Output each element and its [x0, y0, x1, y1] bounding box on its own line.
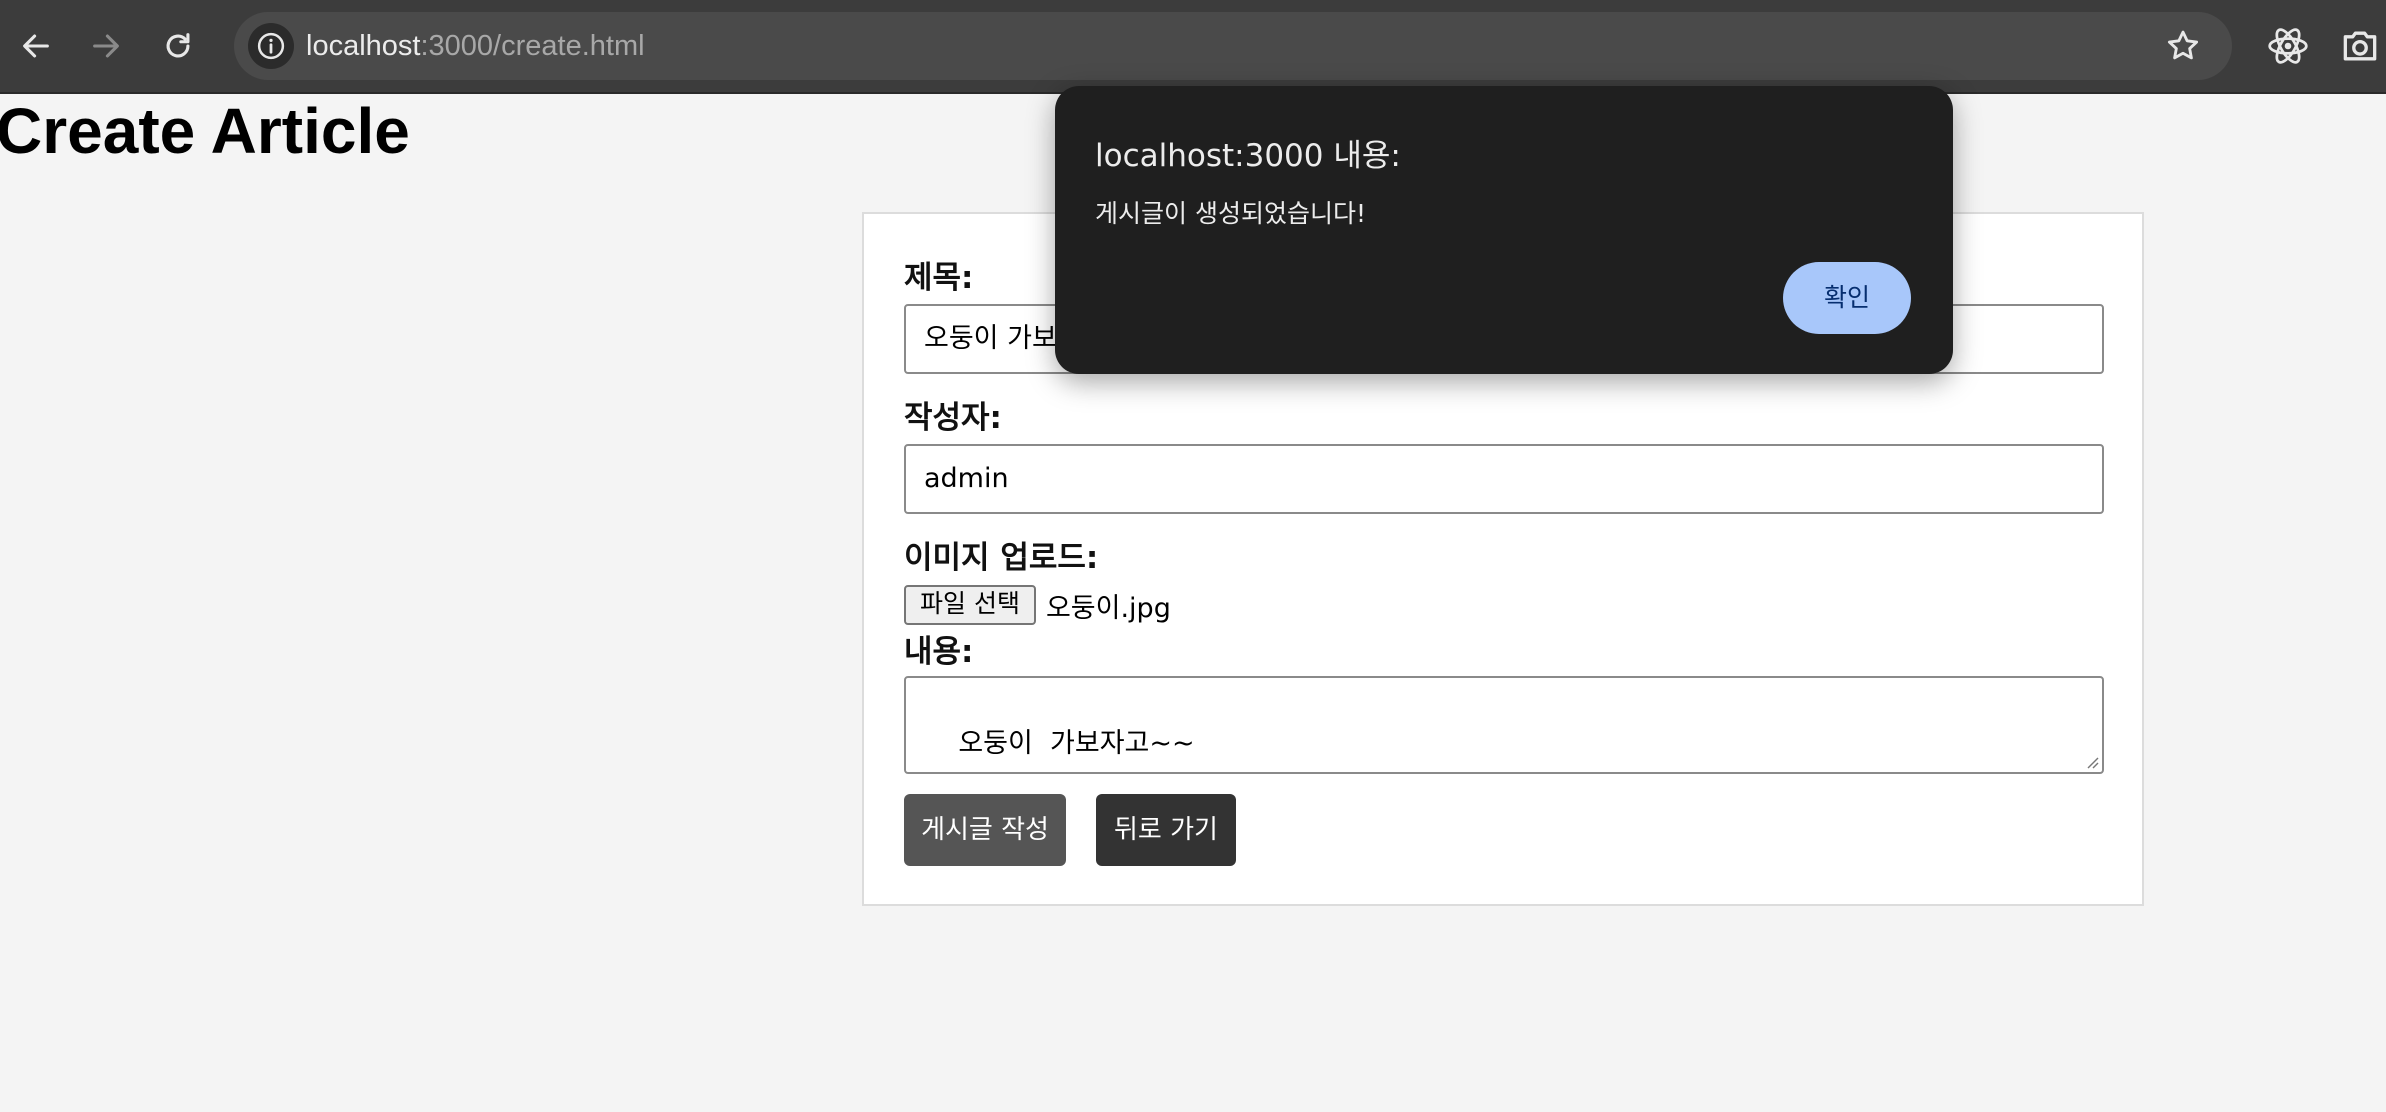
- alert-message: 게시글이 생성되었습니다!: [1095, 199, 1366, 228]
- forward-button[interactable]: [82, 22, 130, 70]
- submit-article-button[interactable]: 게시글 작성: [904, 794, 1066, 866]
- choose-file-button[interactable]: 파일 선택: [904, 585, 1036, 625]
- author-label: 작성자:: [904, 400, 1002, 436]
- content-label: 내용:: [904, 634, 974, 670]
- arrow-left-icon: [23, 34, 49, 58]
- url-path: :3000/create.html: [420, 30, 645, 62]
- browser-toolbar: localhost:3000/create.html: [0, 0, 2386, 94]
- url-text[interactable]: localhost:3000/create.html: [306, 12, 645, 80]
- reload-button[interactable]: [154, 22, 202, 70]
- camera-icon[interactable]: [2338, 24, 2382, 68]
- reload-icon: [166, 33, 190, 58]
- file-input: 파일 선택 오둥이.jpg: [904, 584, 1171, 626]
- react-icon[interactable]: [2266, 24, 2310, 68]
- address-bar[interactable]: localhost:3000/create.html: [234, 12, 2232, 80]
- author-input[interactable]: admin: [904, 444, 2104, 514]
- alert-title: localhost:3000 내용:: [1095, 138, 1401, 174]
- info-icon: [257, 32, 285, 60]
- back-button[interactable]: [12, 22, 60, 70]
- image-upload-label: 이미지 업로드:: [904, 540, 1099, 576]
- content-textarea[interactable]: 오둥이 가보자고~~: [904, 676, 2104, 774]
- selected-file-name: 오둥이.jpg: [1045, 592, 1171, 624]
- go-back-button[interactable]: 뒤로 가기: [1096, 794, 1236, 866]
- site-info-button[interactable]: [248, 23, 294, 69]
- title-label: 제목:: [904, 260, 974, 296]
- arrow-right-icon: [93, 34, 119, 58]
- content-text: 오둥이 가보자고~~: [958, 728, 1195, 759]
- alert-dialog: localhost:3000 내용: 게시글이 생성되었습니다! 확인: [1055, 86, 1953, 374]
- alert-ok-button[interactable]: 확인: [1783, 262, 1911, 334]
- page-title: Create Article: [0, 95, 410, 167]
- star-icon[interactable]: [2164, 27, 2202, 65]
- url-host: localhost: [306, 30, 421, 62]
- resize-handle-icon[interactable]: [2084, 754, 2100, 770]
